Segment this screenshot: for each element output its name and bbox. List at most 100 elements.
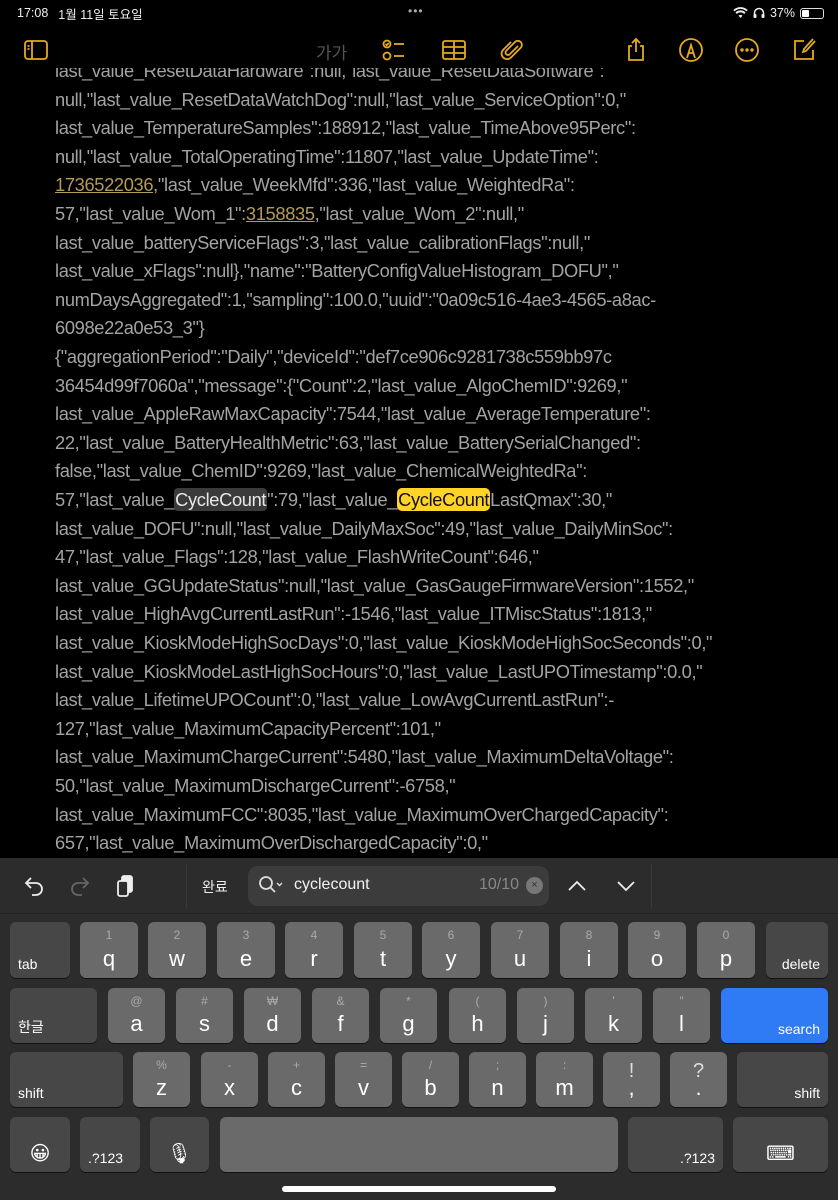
text-run: 47,"last_value_Flags":128,"last_value_Fl… bbox=[55, 546, 539, 568]
key-u[interactable]: 7u bbox=[491, 922, 549, 978]
notes-toolbar: 가가 bbox=[0, 30, 838, 70]
key-label: o bbox=[650, 946, 664, 971]
key-y[interactable]: 6y bbox=[422, 922, 480, 978]
redo-icon bbox=[71, 877, 90, 896]
done-button[interactable]: 완료 bbox=[202, 877, 228, 897]
key-s[interactable]: # s bbox=[176, 988, 233, 1043]
microphone-icon: 🎙 bbox=[166, 1143, 193, 1165]
clear-search-button[interactable]: × bbox=[526, 877, 543, 894]
home-indicator[interactable] bbox=[282, 1186, 556, 1192]
key-m[interactable]: :m bbox=[536, 1052, 593, 1107]
compose-button[interactable] bbox=[790, 36, 818, 64]
text-run: last_value_MaximumFCC":8035,"last_value_… bbox=[55, 803, 669, 825]
match-highlight: CycleCount bbox=[174, 488, 268, 511]
key-z[interactable]: % z bbox=[133, 1052, 190, 1107]
chevron-down-icon bbox=[617, 881, 635, 892]
more-icon bbox=[735, 38, 759, 62]
undo-button[interactable] bbox=[22, 874, 48, 900]
note-line: last_value_GGUpdateStatus":null,"last_va… bbox=[55, 574, 694, 598]
key-secondary-label: 1 bbox=[105, 928, 113, 942]
find-input[interactable]: cyclecount bbox=[294, 876, 370, 894]
key-w[interactable]: 2w bbox=[148, 922, 206, 978]
compose-icon bbox=[794, 38, 816, 60]
detected-number-link[interactable]: 3158835 bbox=[246, 203, 315, 224]
text-run: 22,"last_value_BatteryHealthMetric":63,"… bbox=[55, 431, 641, 453]
divider bbox=[651, 864, 652, 908]
key-secondary-label: / bbox=[428, 1058, 433, 1072]
previous-match-button[interactable] bbox=[565, 874, 591, 900]
note-line: 1736522036,"last_value_WeekMfd":336,"las… bbox=[55, 173, 575, 197]
detected-number-link[interactable]: 1736522036 bbox=[55, 174, 154, 195]
search-options-icon[interactable] bbox=[258, 875, 286, 897]
key-punct[interactable]: ?. bbox=[670, 1052, 727, 1107]
key-label: n bbox=[491, 1075, 504, 1100]
key-h[interactable]: (h bbox=[449, 988, 506, 1043]
note-body[interactable]: last_value_ResetDataHardware":null,"last… bbox=[0, 68, 838, 858]
key-search[interactable]: search bbox=[721, 988, 828, 1043]
note-line: 47,"last_value_Flags":128,"last_value_Fl… bbox=[55, 545, 539, 569]
key-secondary-label: ₩ bbox=[266, 994, 279, 1008]
key-secondary-label: 4 bbox=[310, 928, 318, 942]
next-match-button[interactable] bbox=[614, 874, 640, 900]
checklist-icon bbox=[382, 39, 404, 61]
key-shift[interactable]: shift bbox=[737, 1052, 828, 1107]
checklist-button[interactable] bbox=[380, 36, 408, 64]
paste-button[interactable] bbox=[114, 874, 140, 900]
key-label: shift bbox=[18, 1085, 44, 1101]
key-a[interactable]: @ a bbox=[108, 988, 165, 1043]
key-r[interactable]: 4r bbox=[285, 922, 343, 978]
note-line: last_value_MaximumChargeCurrent":5480,"l… bbox=[55, 745, 674, 769]
match-count: 10/10 bbox=[478, 876, 519, 893]
key-secondary-label: 6 bbox=[447, 928, 455, 942]
key-123[interactable]: .?123 bbox=[628, 1117, 723, 1172]
key-g[interactable]: * g bbox=[380, 988, 437, 1043]
paperclip-icon bbox=[500, 39, 523, 60]
share-button[interactable] bbox=[622, 36, 650, 64]
key-t[interactable]: 5t bbox=[354, 922, 412, 978]
key-c[interactable]: + c bbox=[268, 1052, 325, 1107]
key-k[interactable]: ' k bbox=[585, 988, 642, 1043]
key-delete[interactable]: delete bbox=[766, 922, 828, 978]
keyboard-dismiss-key[interactable]: ⌨ bbox=[733, 1117, 828, 1172]
redo-button[interactable] bbox=[68, 874, 94, 900]
microphone-key[interactable]: 🎙 bbox=[150, 1117, 209, 1172]
note-line: null,"last_value_TotalOperatingTime":118… bbox=[55, 145, 599, 169]
markup-pen-icon bbox=[679, 38, 703, 62]
key-123[interactable]: .?123 bbox=[80, 1117, 140, 1172]
battery-icon bbox=[800, 7, 824, 19]
key-l[interactable]: " l bbox=[653, 988, 710, 1043]
key-label: w bbox=[169, 946, 185, 971]
share-icon bbox=[628, 37, 644, 61]
table-button[interactable] bbox=[440, 36, 468, 64]
find-bar: 완료 cyclecount 10/10 × bbox=[0, 858, 838, 914]
key-e[interactable]: 3e bbox=[217, 922, 275, 978]
multitasking-dots[interactable]: ••• bbox=[408, 4, 424, 18]
attachment-button[interactable] bbox=[498, 36, 526, 64]
key-shift[interactable]: shift bbox=[10, 1052, 123, 1107]
format-button[interactable]: 가가 bbox=[316, 39, 347, 64]
key-o[interactable]: 9o bbox=[628, 922, 686, 978]
text-run: 657,"last_value_MaximumOverDischargedCap… bbox=[55, 832, 488, 854]
key-p[interactable]: 0p bbox=[697, 922, 755, 978]
key-tab[interactable]: tab bbox=[10, 922, 70, 978]
markup-button[interactable] bbox=[677, 36, 705, 64]
key-b[interactable]: / b bbox=[402, 1052, 459, 1107]
key-i[interactable]: 8i bbox=[560, 922, 618, 978]
key-q[interactable]: 1q bbox=[80, 922, 138, 978]
sidebar-button[interactable] bbox=[22, 36, 50, 64]
key-label: p bbox=[719, 946, 733, 971]
key-label: h bbox=[471, 1011, 484, 1036]
key-d[interactable]: ₩ d bbox=[244, 988, 301, 1043]
key-x[interactable]: -x bbox=[201, 1052, 258, 1107]
note-line: last_value_AppleRawMaxCapacity":7544,"la… bbox=[55, 402, 651, 426]
emoji-key[interactable]: 😀 bbox=[10, 1117, 70, 1172]
key-f[interactable]: & f bbox=[312, 988, 369, 1043]
key-special[interactable]: !, bbox=[603, 1052, 660, 1107]
key-j[interactable]: ) j bbox=[517, 988, 574, 1043]
key-v[interactable]: = v bbox=[335, 1052, 392, 1107]
key-special[interactable]: 한글 bbox=[10, 988, 97, 1043]
key-n[interactable]: ; n bbox=[469, 1052, 526, 1107]
more-button[interactable] bbox=[733, 36, 761, 64]
find-field[interactable]: cyclecount 10/10 × bbox=[248, 866, 549, 906]
space-key[interactable] bbox=[220, 1117, 618, 1172]
